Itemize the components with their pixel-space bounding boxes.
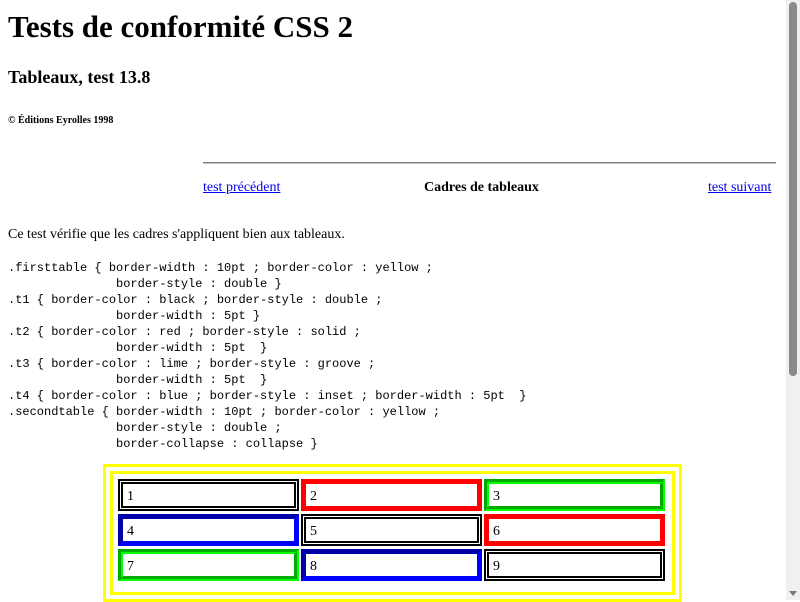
second-table: 1 2 3 4 5 6 7 8 9 [103, 464, 682, 602]
code-line: border-width : 5pt } [8, 341, 268, 355]
cell-text: 3 [493, 489, 500, 504]
code-line: .t4 { border-color : blue ; border-style… [8, 389, 527, 403]
code-line: .t2 { border-color : red ; border-style … [8, 325, 361, 339]
cell-text: 6 [493, 524, 500, 539]
cell-text: 2 [310, 489, 317, 504]
page: Tests de conformité CSS 2 Tableaux, test… [0, 0, 786, 602]
cell-text: 9 [493, 559, 500, 574]
table-cell: 7 [118, 549, 299, 581]
code-line: .t1 { border-color : black ; border-styl… [8, 293, 383, 307]
table-cell: 6 [484, 514, 665, 546]
cell-text: 8 [310, 559, 317, 574]
code-line: .t3 { border-color : lime ; border-style… [8, 357, 376, 371]
table-cell: 5 [301, 514, 482, 546]
table-cell: 9 [484, 549, 665, 581]
code-line: .firsttable { border-width : 10pt ; bord… [8, 261, 433, 275]
table-cell: 4 [118, 514, 299, 546]
next-test-link[interactable]: test suivant [708, 179, 771, 196]
code-line: border-style : double } [8, 277, 282, 291]
code-line: border-collapse : collapse } [8, 437, 318, 451]
section-title: Cadres de tableaux [424, 180, 539, 195]
code-line: .secondtable { border-width : 10pt ; bor… [8, 405, 441, 419]
second-table-inner-border: 1 2 3 4 5 6 7 8 9 [110, 471, 675, 595]
cell-text: 5 [310, 524, 317, 539]
vertical-scrollbar[interactable] [786, 0, 800, 600]
code-line: border-style : double ; [8, 421, 282, 435]
scroll-thumb[interactable] [789, 2, 797, 376]
test-description: Ce test vérifie que les cadres s'appliqu… [8, 227, 345, 242]
table-cell: 3 [484, 479, 665, 511]
scroll-down-arrow-icon[interactable] [789, 591, 797, 596]
navigation-divider [203, 162, 776, 164]
table-cell: 1 [118, 479, 299, 511]
page-title: Tests de conformité CSS 2 [8, 9, 354, 44]
previous-test-link[interactable]: test précédent [203, 179, 280, 196]
table-cell: 8 [301, 549, 482, 581]
table-cell: 2 [301, 479, 482, 511]
copyright-notice: © Éditions Eyrolles 1998 [8, 115, 114, 126]
cell-text: 1 [127, 489, 134, 504]
page-subtitle: Tableaux, test 13.8 [8, 67, 151, 87]
code-line: border-width : 5pt } [8, 309, 261, 323]
css-code-block: .firsttable { border-width : 10pt ; bord… [8, 260, 526, 452]
cell-text: 7 [127, 559, 134, 574]
cell-text: 4 [127, 524, 134, 539]
code-line: border-width : 5pt } [8, 373, 268, 387]
